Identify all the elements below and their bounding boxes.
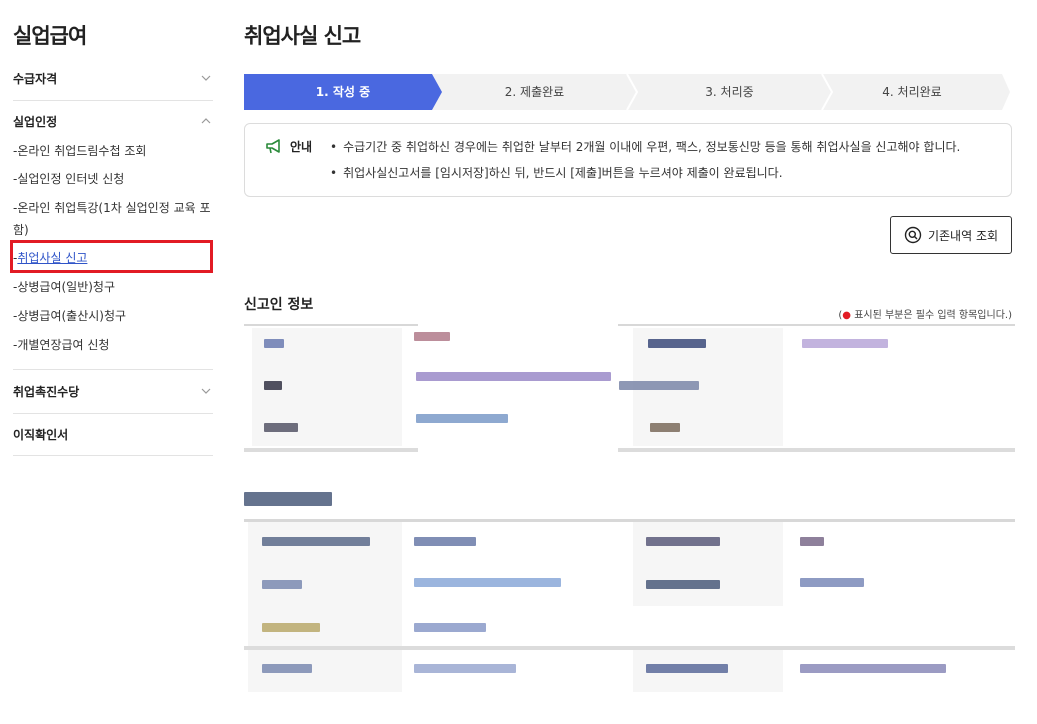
history-lookup-button[interactable]: 기존내역 조회 <box>890 216 1012 254</box>
step-4: 4. 처리완료 <box>882 85 942 99</box>
history-lookup-label: 기존내역 조회 <box>927 228 999 243</box>
step-3: 3. 처리중 <box>705 85 754 99</box>
second-section-title <box>244 492 332 510</box>
step-1: 1. 작성 중 <box>315 85 371 99</box>
notice-line-1: 수급기간 중 취업하신 경우에는 취업한 날부터 2개월 이내에 우편, 팩스,… <box>330 138 960 155</box>
divider <box>13 455 213 456</box>
sidebar-section-label: 취업촉진수당 <box>13 384 80 399</box>
highlight-box <box>10 240 213 273</box>
chevron-down-icon <box>199 384 213 398</box>
progress-steps: 1. 작성 중 2. 제출완료 3. 처리중 4. 처리완료 <box>244 74 1012 110</box>
divider <box>13 413 213 414</box>
reporter-section-title: 신고인 정보 <box>244 297 314 313</box>
sidebar-section-unemployment-recognition[interactable]: 실업인정 <box>13 111 213 131</box>
sidebar-item-sickness-general[interactable]: -상병급여(일반)청구 <box>13 277 115 297</box>
divider <box>13 369 213 370</box>
notice-line-2: 취업사실신고서를 [임시저장]하신 뒤, 반드시 [제출]버튼을 누르셔야 제출… <box>330 164 782 181</box>
chevron-up-icon <box>199 114 213 128</box>
detail-info-table <box>244 519 1015 694</box>
required-dot-icon: ● <box>842 310 852 321</box>
notice-box: 안내 수급기간 중 취업하신 경우에는 취업한 날부터 2개월 이내에 우편, … <box>244 123 1012 197</box>
notice-label: 안내 <box>290 140 313 154</box>
sidebar-section-label: 수급자격 <box>13 71 58 86</box>
sidebar-section-separation-confirm[interactable]: 이직확인서 <box>13 424 213 444</box>
sidebar-section-eligibility[interactable]: 수급자격 <box>13 68 213 88</box>
chevron-down-icon <box>199 71 213 85</box>
sidebar-section-employment-promotion[interactable]: 취업촉진수당 <box>13 381 213 401</box>
reporter-info-table <box>244 324 1015 454</box>
sidebar-item-online-lecture[interactable]: -온라인 취업특강(1차 실업인정 교육 포함) <box>13 197 213 241</box>
sidebar-item-internet-application[interactable]: -실업인정 인터넷 신청 <box>13 169 124 189</box>
megaphone-icon <box>266 139 280 154</box>
page-title: 취업사실 신고 <box>244 24 361 48</box>
sidebar-item-sickness-maternity[interactable]: -상병급여(출산시)청구 <box>13 306 126 326</box>
required-note: (● 표시된 부분은 필수 입력 항목입니다.) <box>838 310 1012 321</box>
step-2: 2. 제출완료 <box>504 85 565 99</box>
sidebar-title: 실업급여 <box>13 24 87 48</box>
sidebar-section-label: 실업인정 <box>13 114 58 129</box>
sidebar-item-online-handbook[interactable]: -온라인 취업드림수첩 조회 <box>13 141 146 161</box>
sidebar-section-label: 이직확인서 <box>13 427 69 442</box>
divider <box>13 100 213 101</box>
sidebar-item-extension[interactable]: -개별연장급여 신청 <box>13 335 109 355</box>
search-icon <box>904 226 922 244</box>
